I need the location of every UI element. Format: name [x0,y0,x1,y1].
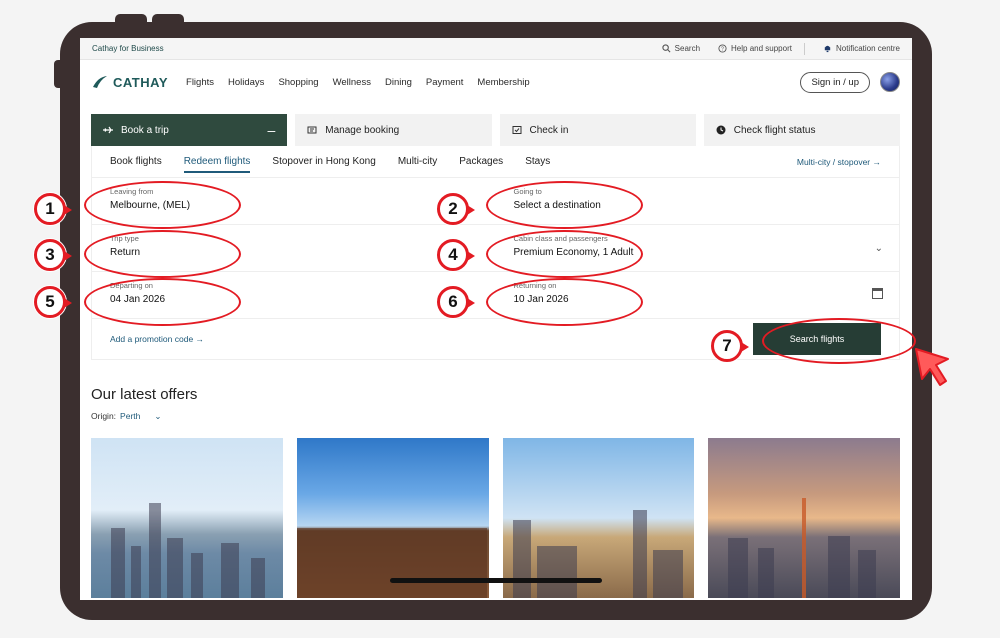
offers-title: Our latest offers [91,386,198,403]
annotation-badge-3: 3 [34,239,72,271]
nav-dining[interactable]: Dining [385,77,412,88]
subtab-redeem-flights[interactable]: Redeem flights [183,156,251,173]
site-header: CATHAY Flights Holidays Shopping Wellnes… [80,60,912,104]
search-link[interactable]: Search [662,44,700,53]
subtab-packages[interactable]: Packages [459,156,503,167]
brushwing-icon [93,76,107,88]
origin-selector[interactable]: Origin: Perth ⌄ [91,411,912,422]
annotation-ellipse-6 [486,278,643,326]
booking-tabs: Book a trip – Manage booking Check in Ch… [91,114,900,146]
chevron-down-icon[interactable]: ⌄ [875,243,883,254]
svg-text:?: ? [721,46,724,52]
offer-card-london[interactable] [502,438,695,598]
subtab-stays[interactable]: Stays [525,156,550,167]
origin-label: Origin: [91,411,117,421]
sub-tabs: Book flights Redeem flights Stopover in … [91,146,900,178]
search-icon [662,44,671,53]
offer-card-korea[interactable] [296,438,489,598]
offer-card-tokyo[interactable] [708,438,900,598]
help-link[interactable]: ? Help and support [718,44,792,53]
annotation-badge-4: 4 [437,239,475,271]
nav-membership[interactable]: Membership [477,77,529,88]
subtab-stopover[interactable]: Stopover in Hong Kong [272,156,375,167]
tab-check-in[interactable]: Check in [499,114,696,146]
tab-book-a-trip[interactable]: Book a trip – [91,114,288,146]
annotation-badge-1: 1 [34,193,72,225]
collapse-icon[interactable]: – [267,122,275,138]
search-label: Search [674,44,701,53]
brand-name: CATHAY [113,74,169,90]
notification-label: Notification centre [835,44,900,53]
offer-cards [91,438,900,598]
annotation-ellipse-3 [84,230,241,278]
tab-label: Manage booking [325,124,400,136]
annotation-ellipse-7 [762,318,916,364]
annotation-ellipse-5 [84,278,241,326]
subtab-book-flights[interactable]: Book flights [110,156,162,167]
bell-icon [824,45,831,53]
help-label: Help and support [731,44,792,53]
cursor-arrow-icon [915,348,949,386]
offer-card-hong-kong[interactable] [91,438,283,598]
clock-icon [716,125,726,135]
checkin-icon [512,126,521,134]
annotation-badge-6: 6 [437,286,475,318]
calendar-icon[interactable] [872,288,883,299]
annotation-badge-2: 2 [437,193,475,225]
annotation-badge-7: 7 [711,330,749,362]
plane-icon [103,126,113,134]
annotation-ellipse-1 [84,181,241,229]
subtab-multi-city[interactable]: Multi-city [398,156,437,167]
annotation-ellipse-2 [486,181,643,229]
nav-wellness[interactable]: Wellness [333,77,371,88]
multi-city-link[interactable]: Multi-city / stopover → [797,157,881,167]
annotation-ellipse-4 [486,230,643,278]
origin-value: Perth [120,411,141,421]
globe-icon[interactable] [880,72,900,92]
tab-label: Check flight status [733,124,816,136]
notification-link[interactable]: Notification centre [823,44,900,53]
main-nav: Flights Holidays Shopping Wellness Dinin… [186,77,530,88]
promo-code-link[interactable]: Add a promotion code → [110,334,204,344]
nav-flights[interactable]: Flights [186,77,214,88]
manage-icon [307,126,317,134]
sign-in-button[interactable]: Sign in / up [800,71,870,93]
tab-label: Check in [529,124,569,136]
tab-manage-booking[interactable]: Manage booking [295,114,492,146]
help-icon: ? [718,44,727,53]
home-indicator [390,578,602,583]
util-divider [803,42,805,55]
nav-payment[interactable]: Payment [426,77,464,88]
chevron-down-icon: ⌄ [154,411,162,421]
utility-bar: Cathay for Business Search ? Help and su… [80,38,912,60]
business-link[interactable]: Cathay for Business [92,44,644,53]
nav-shopping[interactable]: Shopping [278,77,318,88]
tab-label: Book a trip [121,124,169,136]
tab-flight-status[interactable]: Check flight status [703,114,900,146]
cathay-logo[interactable]: CATHAY [92,75,168,90]
annotation-badge-5: 5 [34,286,72,318]
nav-holidays[interactable]: Holidays [228,77,264,88]
